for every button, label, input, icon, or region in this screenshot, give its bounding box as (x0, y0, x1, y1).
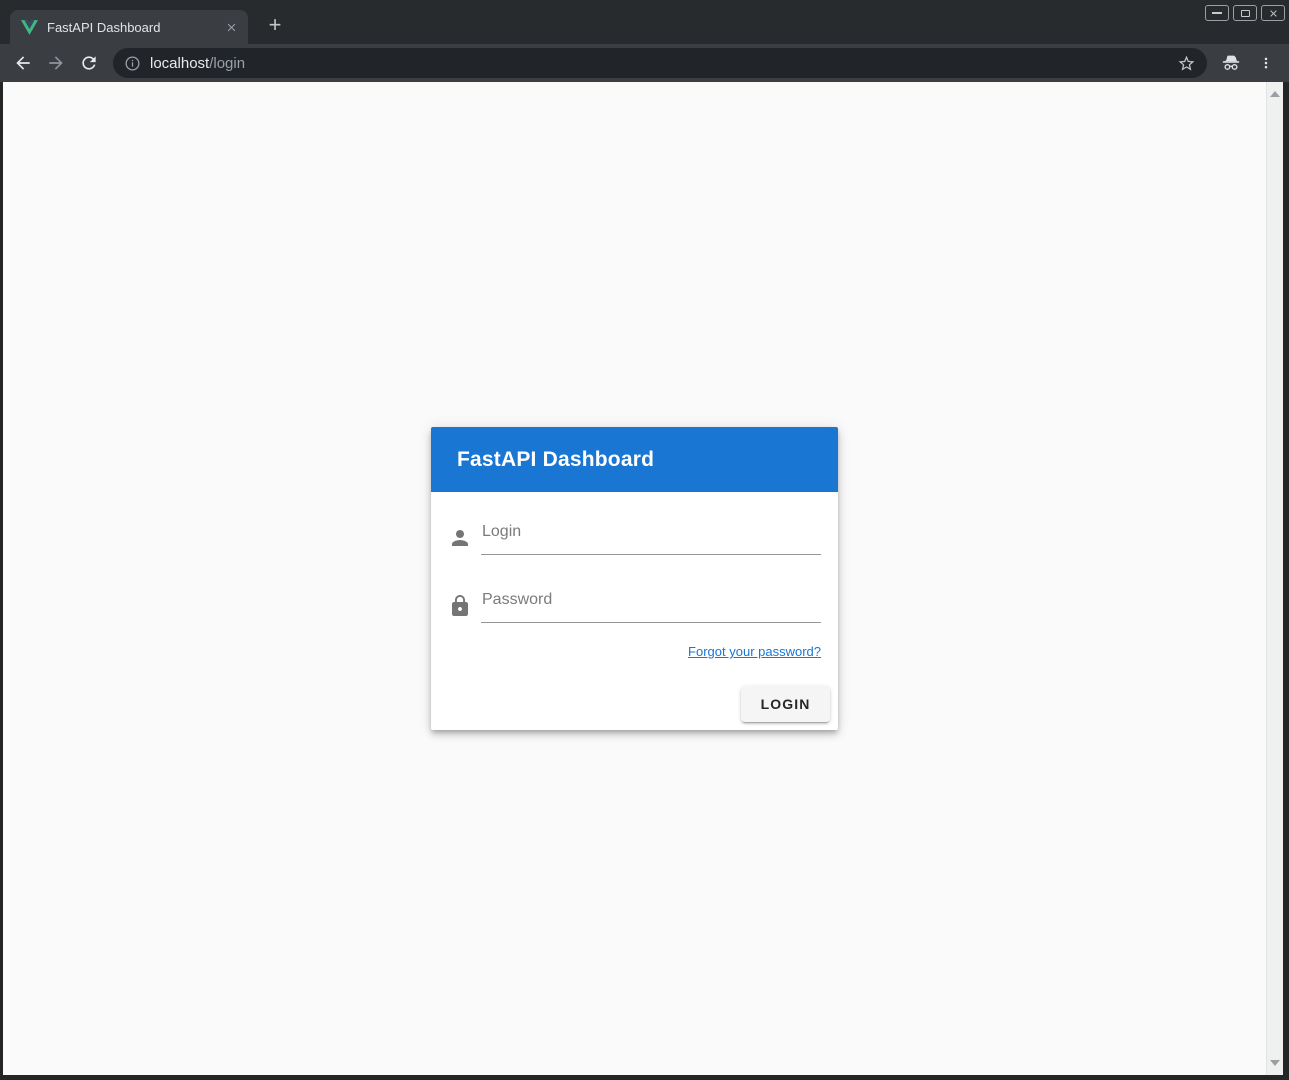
reload-icon (79, 53, 99, 73)
login-input[interactable] (481, 518, 821, 555)
minimize-button[interactable] (1205, 5, 1229, 21)
person-icon (448, 526, 472, 550)
card-actions: LOGIN (448, 686, 830, 722)
back-arrow-icon (13, 53, 33, 73)
scrollbar-up-icon[interactable] (1270, 91, 1280, 97)
forward-button[interactable] (41, 48, 71, 78)
forgot-password-row: Forgot your password? (448, 643, 821, 661)
close-icon (1268, 8, 1279, 19)
new-tab-button[interactable]: + (260, 10, 290, 40)
browser-toolbar: localhost/login (0, 44, 1289, 82)
url-path: /login (209, 55, 245, 72)
login-field-row (448, 518, 821, 555)
password-field-row (448, 586, 821, 623)
bookmark-star-icon[interactable] (1174, 51, 1198, 75)
address-bar[interactable]: localhost/login (113, 48, 1207, 78)
url-host: localhost (150, 55, 209, 72)
vue-favicon-icon (21, 20, 38, 35)
tab-title: FastAPI Dashboard (47, 20, 222, 35)
login-card-title: FastAPI Dashboard (431, 427, 838, 492)
forgot-password-link[interactable]: Forgot your password? (688, 644, 821, 659)
reload-button[interactable] (74, 48, 104, 78)
password-input[interactable] (481, 586, 821, 623)
tab-close-icon[interactable] (222, 18, 240, 36)
browser-tab[interactable]: FastAPI Dashboard (10, 10, 248, 44)
page-content: FastAPI Dashboard (3, 82, 1283, 1075)
maximize-icon (1241, 10, 1250, 17)
incognito-icon (1217, 49, 1245, 77)
lock-icon (448, 594, 472, 618)
login-button[interactable]: LOGIN (741, 686, 830, 722)
forward-arrow-icon (46, 53, 66, 73)
login-card: FastAPI Dashboard (431, 427, 838, 730)
browser-menu-icon[interactable] (1253, 50, 1279, 76)
site-info-icon[interactable] (121, 52, 143, 74)
browser-window: FastAPI Dashboard + localh (0, 0, 1289, 1080)
login-card-body: Forgot your password? LOGIN (431, 492, 838, 730)
tab-strip: FastAPI Dashboard + (0, 0, 1289, 44)
page-scrollbar[interactable] (1266, 82, 1283, 1075)
url-text: localhost/login (150, 55, 1174, 72)
scrollbar-down-icon[interactable] (1270, 1060, 1280, 1066)
maximize-button[interactable] (1233, 5, 1257, 21)
page-background: FastAPI Dashboard (3, 82, 1266, 1075)
close-button[interactable] (1261, 5, 1285, 21)
window-controls (1205, 5, 1285, 21)
back-button[interactable] (8, 48, 38, 78)
minimize-icon (1212, 12, 1222, 14)
